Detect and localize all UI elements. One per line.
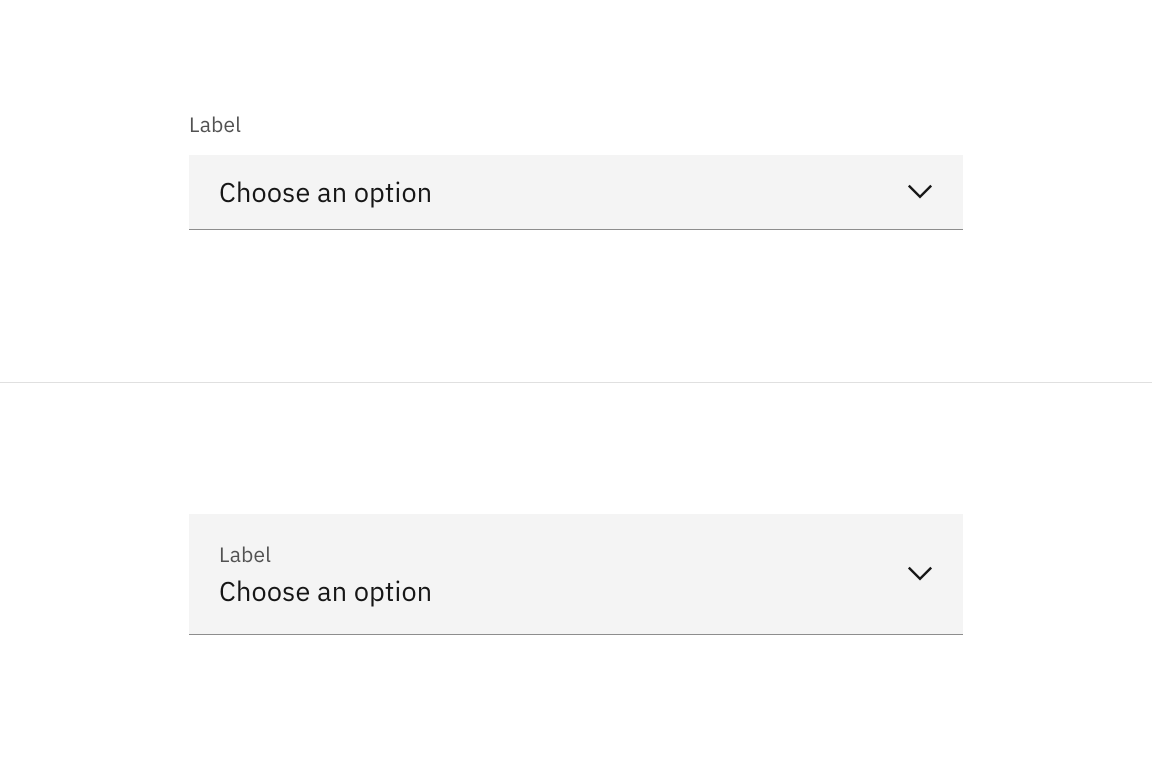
dropdown-section-default: Label Choose an option <box>0 0 1152 383</box>
chevron-down-icon <box>907 561 933 587</box>
dropdown-inline-content: Label Choose an option <box>219 540 432 609</box>
dropdown-label: Label <box>189 110 963 138</box>
dropdown-wrapper: Label Choose an option <box>189 110 963 230</box>
dropdown-wrapper: Label Choose an option <box>189 514 963 635</box>
dropdown-label-inline: Label <box>219 540 432 568</box>
dropdown-placeholder: Choose an option <box>219 175 432 210</box>
dropdown-placeholder: Choose an option <box>219 574 432 609</box>
dropdown-field-inline[interactable]: Label Choose an option <box>189 514 963 635</box>
dropdown-field[interactable]: Choose an option <box>189 155 963 230</box>
dropdown-section-inline: Label Choose an option <box>0 383 1152 767</box>
chevron-down-icon <box>907 179 933 205</box>
